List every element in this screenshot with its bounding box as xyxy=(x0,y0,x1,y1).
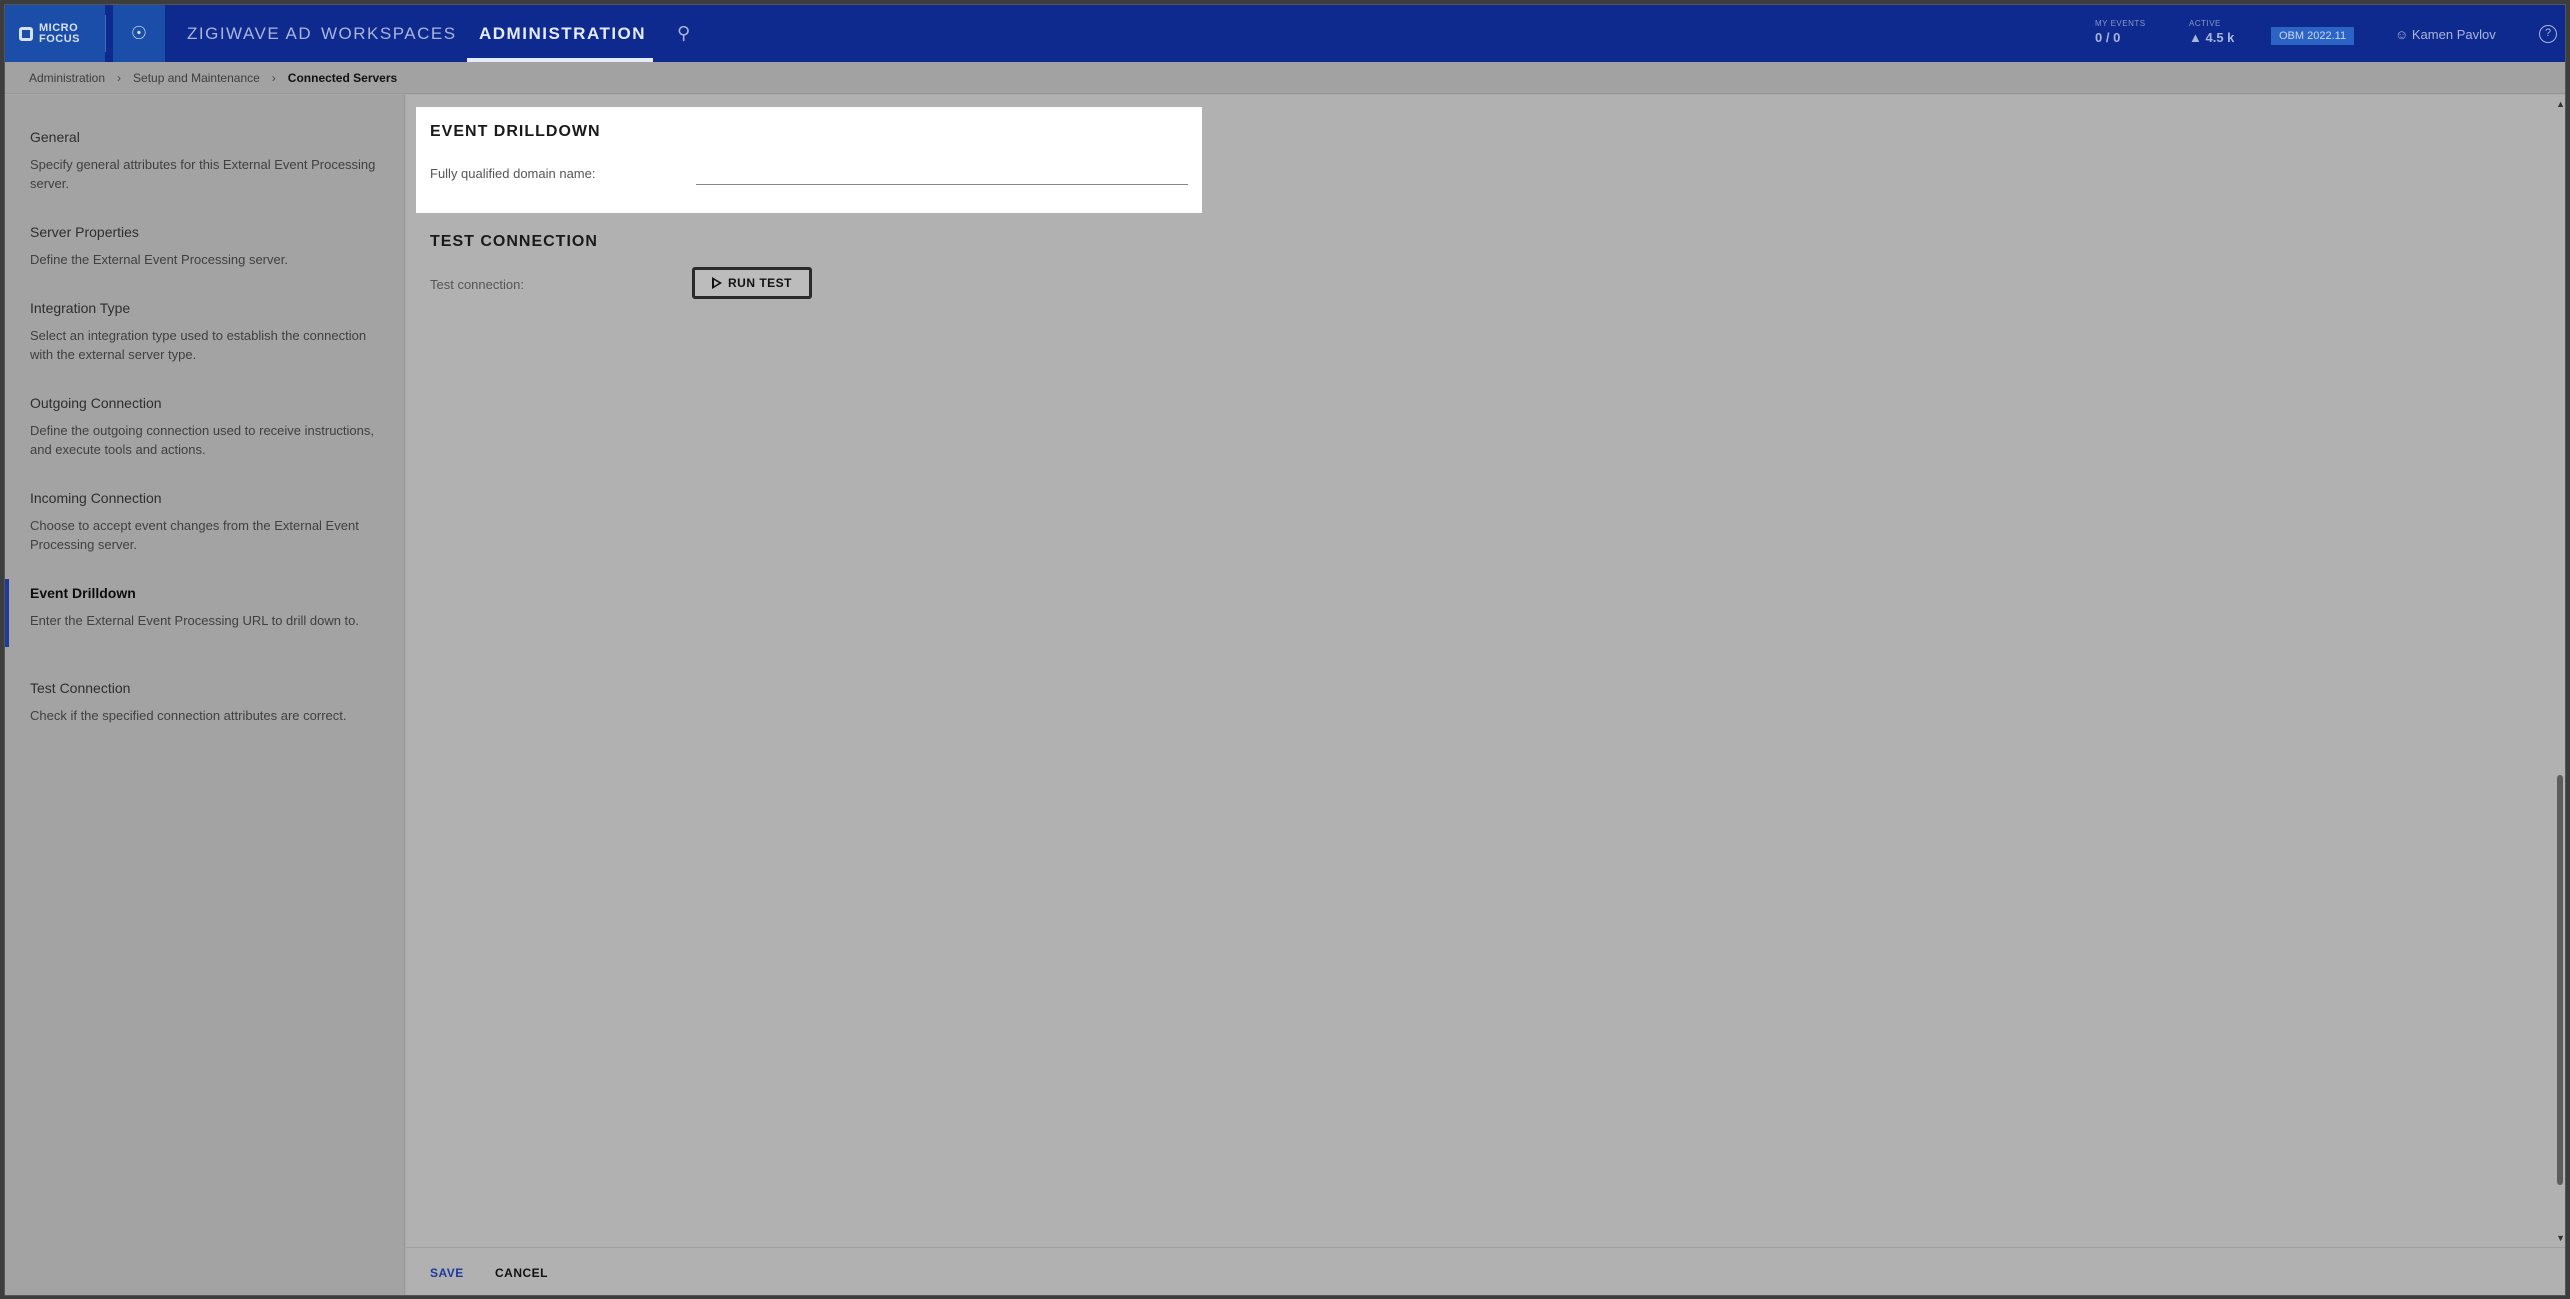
active-events-metric[interactable]: ACTIVE ▲ 4.5 k xyxy=(2189,19,2234,45)
logo-mark-icon xyxy=(19,26,33,41)
step-title: Incoming Connection xyxy=(30,490,162,506)
logo[interactable]: MICRO FOCUS xyxy=(5,5,105,62)
breadcrumb-connected-servers: Connected Servers xyxy=(287,70,398,85)
test-connection-label: Test connection: xyxy=(430,277,524,292)
fqdn-label: Fully qualified domain name: xyxy=(430,166,596,181)
main-content: EVENT DRILLDOWN Fully qualified domain n… xyxy=(406,95,2565,1295)
active-step-indicator xyxy=(5,579,9,647)
step-title: Integration Type xyxy=(30,300,131,316)
step-description: Define the External Event Processing ser… xyxy=(30,252,288,267)
chevron-right-icon: › xyxy=(117,70,122,85)
step-description: Check if the specified connection attrib… xyxy=(30,708,347,723)
my-events-value: 0 / 0 xyxy=(2095,30,2121,45)
logo-divider xyxy=(105,15,106,52)
step-title: Server Properties xyxy=(30,224,139,240)
step-outgoing-connection[interactable]: Outgoing Connection Define the outgoing … xyxy=(5,395,405,459)
step-description: Define the outgoing connection used to r… xyxy=(30,423,374,457)
step-title: Event Drilldown xyxy=(30,585,136,601)
form-footer: SAVE CANCEL xyxy=(406,1247,2565,1295)
step-title: General xyxy=(30,129,80,145)
breadcrumb-administration[interactable]: Administration xyxy=(29,71,105,85)
scroll-down-arrow-icon[interactable]: ▼ xyxy=(2556,1233,2565,1243)
run-test-button[interactable]: RUN TEST xyxy=(692,267,812,299)
person-icon: ☉ xyxy=(130,23,148,43)
breadcrumb: Administration › Setup and Maintenance ›… xyxy=(5,62,2565,94)
nav-zigiwave-ad[interactable]: ZIGIWAVE AD xyxy=(187,5,312,62)
nav-workspaces[interactable]: WORKSPACES xyxy=(321,5,457,62)
version-badge: OBM 2022.11 xyxy=(2271,27,2355,45)
breadcrumb-setup-maintenance[interactable]: Setup and Maintenance xyxy=(133,71,260,85)
cancel-button[interactable]: CANCEL xyxy=(495,1266,548,1280)
step-test-connection[interactable]: Test Connection Check if the specified c… xyxy=(5,680,405,725)
active-events-count: 4.5 k xyxy=(2205,30,2235,45)
my-events-label: MY EVENTS xyxy=(2095,19,2146,28)
user-icon: ☺ xyxy=(2395,27,2412,42)
user-menu[interactable]: ☺ Kamen Pavlov xyxy=(2395,27,2496,42)
vertical-scrollbar[interactable]: ▲ ▼ xyxy=(2555,95,2565,1245)
step-general[interactable]: General Specify general attributes for t… xyxy=(5,129,405,193)
run-test-label: RUN TEST xyxy=(728,276,792,290)
scroll-up-arrow-icon[interactable]: ▲ xyxy=(2556,99,2565,109)
warning-icon: ▲ xyxy=(2189,30,2206,45)
search-icon[interactable]: ⚲ xyxy=(677,23,690,44)
chevron-right-icon: › xyxy=(271,70,276,85)
step-description: Specify general attributes for this Exte… xyxy=(30,157,376,191)
my-events-metric[interactable]: MY EVENTS 0 / 0 xyxy=(2095,19,2146,45)
fqdn-input[interactable] xyxy=(696,163,1188,185)
step-event-drilldown[interactable]: Event Drilldown Enter the External Event… xyxy=(5,579,405,647)
play-icon xyxy=(712,277,722,289)
wizard-step-nav: General Specify general attributes for t… xyxy=(5,95,405,1295)
test-connection-title: TEST CONNECTION xyxy=(430,233,598,250)
top-navigation-bar: MICRO FOCUS ☉ ZIGIWAVE AD WORKSPACES ADM… xyxy=(5,5,2565,62)
app-window: MICRO FOCUS ☉ ZIGIWAVE AD WORKSPACES ADM… xyxy=(4,4,2566,1296)
nav-administration[interactable]: ADMINISTRATION xyxy=(479,5,646,62)
home-button[interactable]: ☉ xyxy=(113,5,165,62)
step-description: Choose to accept event changes from the … xyxy=(30,518,359,552)
logo-text: MICRO FOCUS xyxy=(39,21,80,45)
event-drilldown-card: EVENT DRILLDOWN Fully qualified domain n… xyxy=(416,107,1202,213)
user-name: Kamen Pavlov xyxy=(2411,27,2496,42)
active-events-label: ACTIVE xyxy=(2189,19,2221,28)
event-drilldown-title: EVENT DRILLDOWN xyxy=(430,123,601,140)
step-incoming-connection[interactable]: Incoming Connection Choose to accept eve… xyxy=(5,490,405,554)
step-server-properties[interactable]: Server Properties Define the External Ev… xyxy=(5,224,405,269)
step-description: Select an integration type used to estab… xyxy=(30,328,367,362)
active-events-value: ▲ 4.5 k xyxy=(2189,30,2234,45)
step-integration-type[interactable]: Integration Type Select an integration t… xyxy=(5,300,405,364)
step-description: Enter the External Event Processing URL … xyxy=(30,613,360,628)
step-title: Test Connection xyxy=(30,680,131,696)
save-button[interactable]: SAVE xyxy=(430,1266,464,1280)
step-title: Outgoing Connection xyxy=(30,395,162,411)
scroll-thumb[interactable] xyxy=(2557,775,2563,1185)
help-icon[interactable]: ? xyxy=(2539,25,2557,43)
